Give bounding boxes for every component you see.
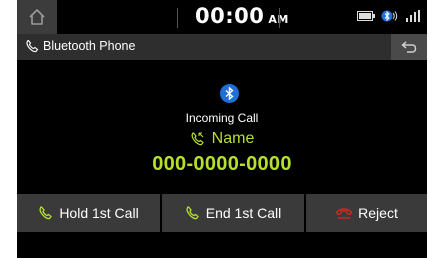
- caller-number: 000-0000-0000: [152, 153, 292, 175]
- hang-up-icon: [335, 208, 353, 219]
- status-bar: 00:00AM: [17, 0, 427, 34]
- clock: 00:00AM: [195, 4, 289, 28]
- phone-screen: 00:00AM Bluetooth Ph: [17, 0, 427, 258]
- clock-time: 00:00: [195, 4, 265, 28]
- back-arrow-icon: [401, 41, 417, 53]
- phone-icon: [39, 206, 53, 220]
- signal-icon: [406, 10, 420, 22]
- status-icons: [357, 9, 421, 23]
- caller-name: Name: [211, 130, 255, 147]
- call-status: Incoming Call: [185, 111, 259, 125]
- home-button[interactable]: [17, 0, 57, 34]
- call-actions: Hold 1st Call End 1st Call Reject: [17, 194, 427, 232]
- bluetooth-audio-icon: [381, 10, 398, 22]
- end-first-call-label: End 1st Call: [205, 205, 282, 221]
- phone-icon: [186, 206, 199, 220]
- hold-first-call-button[interactable]: Hold 1st Call: [17, 194, 160, 232]
- caller-name-row: Name: [17, 130, 427, 148]
- battery-icon: [357, 11, 375, 21]
- phone-handset-icon: [26, 39, 39, 53]
- reject-button[interactable]: Reject: [304, 194, 427, 232]
- title-bar: Bluetooth Phone: [17, 34, 427, 60]
- home-icon: [29, 9, 45, 25]
- reject-label: Reject: [358, 205, 398, 221]
- status-divider: [177, 8, 178, 28]
- bluetooth-icon: [220, 84, 239, 103]
- page-title: Bluetooth Phone: [43, 39, 136, 53]
- status-divider: [279, 8, 280, 28]
- end-first-call-button[interactable]: End 1st Call: [160, 194, 304, 232]
- incoming-call-icon: [191, 132, 204, 146]
- hold-first-call-label: Hold 1st Call: [59, 205, 139, 221]
- back-button[interactable]: [391, 34, 427, 60]
